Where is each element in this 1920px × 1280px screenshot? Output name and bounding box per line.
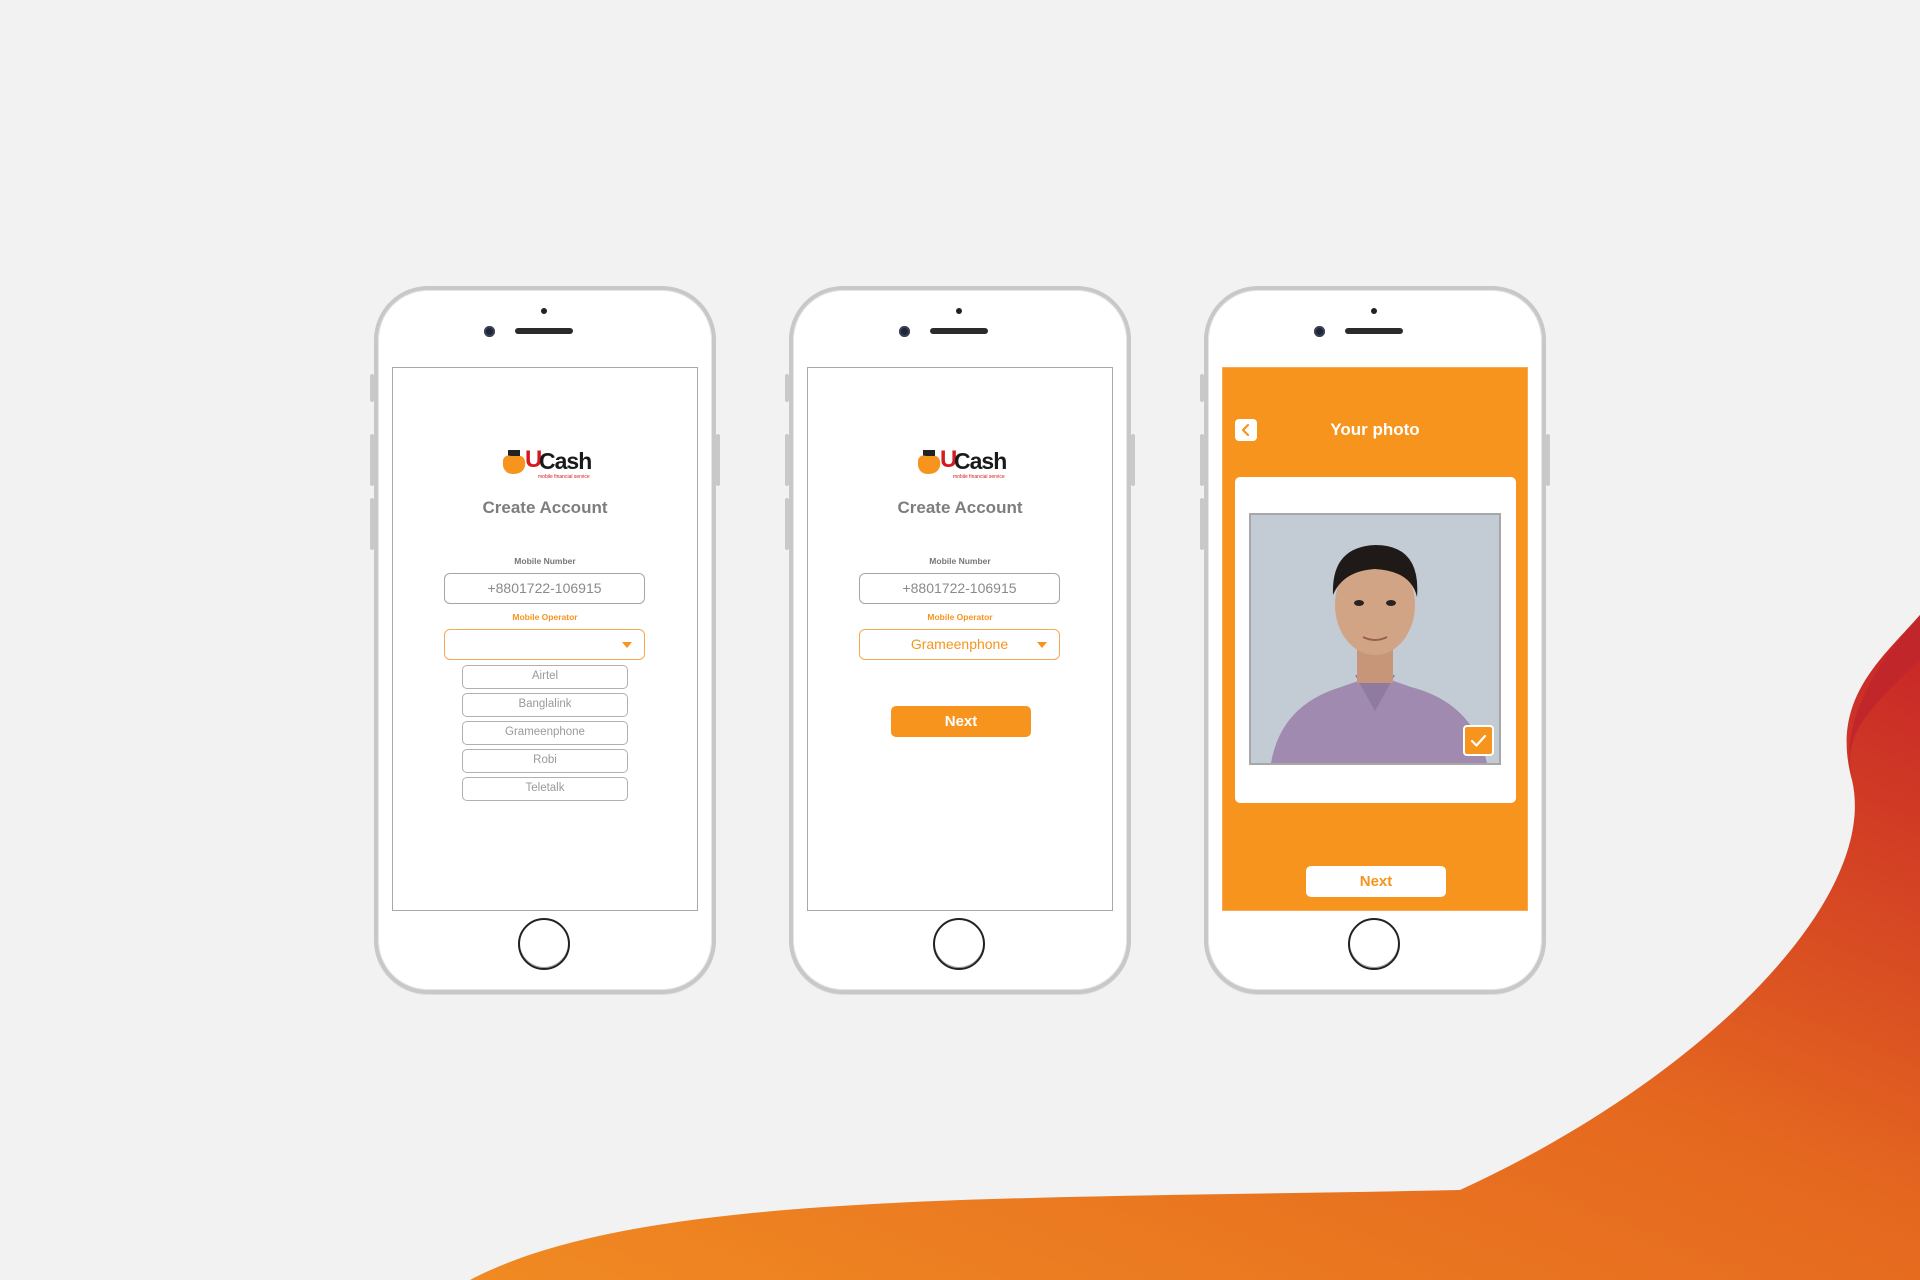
phone-side-button [716,434,720,486]
chevron-down-icon [1037,642,1047,648]
phone-side-button [1131,434,1135,486]
operator-option-airtel[interactable]: Airtel [462,665,628,689]
chevron-down-icon [622,642,632,648]
phone-mockup-3: Your photo Next [1200,286,1550,994]
camera-icon [1314,326,1325,337]
phone-speaker [930,328,988,334]
photo-selected-badge[interactable] [1463,725,1494,756]
phone-sensor [541,308,547,314]
home-button[interactable] [933,918,985,970]
logo-wordmark: Cash [954,448,1007,474]
page-title: Your photo [1330,420,1420,439]
phone-sensor [956,308,962,314]
home-button[interactable] [1348,918,1400,970]
phone-sensor [1371,308,1377,314]
ucash-logo: U Cash mobile financial service [916,430,1012,484]
hand-phone-icon [503,450,526,474]
operator-option-teletalk[interactable]: Teletalk [462,777,628,801]
operator-option-banglalink[interactable]: Banglalink [462,693,628,717]
operator-selected-value: Grameenphone [910,636,1009,652]
phone-mockup-2: U Cash mobile financial service Create A… [785,286,1135,994]
camera-icon [484,326,495,337]
mobile-number-label: Mobile Number [929,556,991,566]
mobile-number-input[interactable]: +8801722-106915 [444,573,645,604]
camera-icon [899,326,910,337]
page-title: Create Account [897,498,1023,517]
mobile-operator-dropdown[interactable] [444,629,645,660]
next-button[interactable]: Next [1306,866,1446,897]
mobile-operator-dropdown[interactable]: Grameenphone [859,629,1060,660]
create-account-screen: U Cash mobile financial service Create A… [392,367,698,911]
your-photo-screen: Your photo Next [1222,367,1528,911]
phone-speaker [1345,328,1403,334]
operator-option-grameenphone[interactable]: Grameenphone [462,721,628,745]
mobile-operator-label: Mobile Operator [927,612,993,622]
logo-tagline: mobile financial service [953,474,1005,480]
phone-side-button [1546,434,1550,486]
checkmark-icon [1470,734,1487,747]
photo-card [1235,477,1516,803]
logo-wordmark: Cash [539,448,592,474]
home-button[interactable] [518,918,570,970]
ucash-logo: U Cash mobile financial service [501,430,597,484]
phone-speaker [515,328,573,334]
hand-phone-icon [918,450,941,474]
mobile-number-label: Mobile Number [514,556,576,566]
page-title: Create Account [482,498,608,517]
mobile-number-input[interactable]: +8801722-106915 [859,573,1060,604]
mobile-operator-label: Mobile Operator [512,612,578,622]
create-account-screen: U Cash mobile financial service Create A… [807,367,1113,911]
portrait-image [1251,515,1499,763]
phone-mockup-1: U Cash mobile financial service Create A… [370,286,720,994]
operator-option-robi[interactable]: Robi [462,749,628,773]
next-button[interactable]: Next [891,706,1031,737]
logo-tagline: mobile financial service [538,474,590,480]
